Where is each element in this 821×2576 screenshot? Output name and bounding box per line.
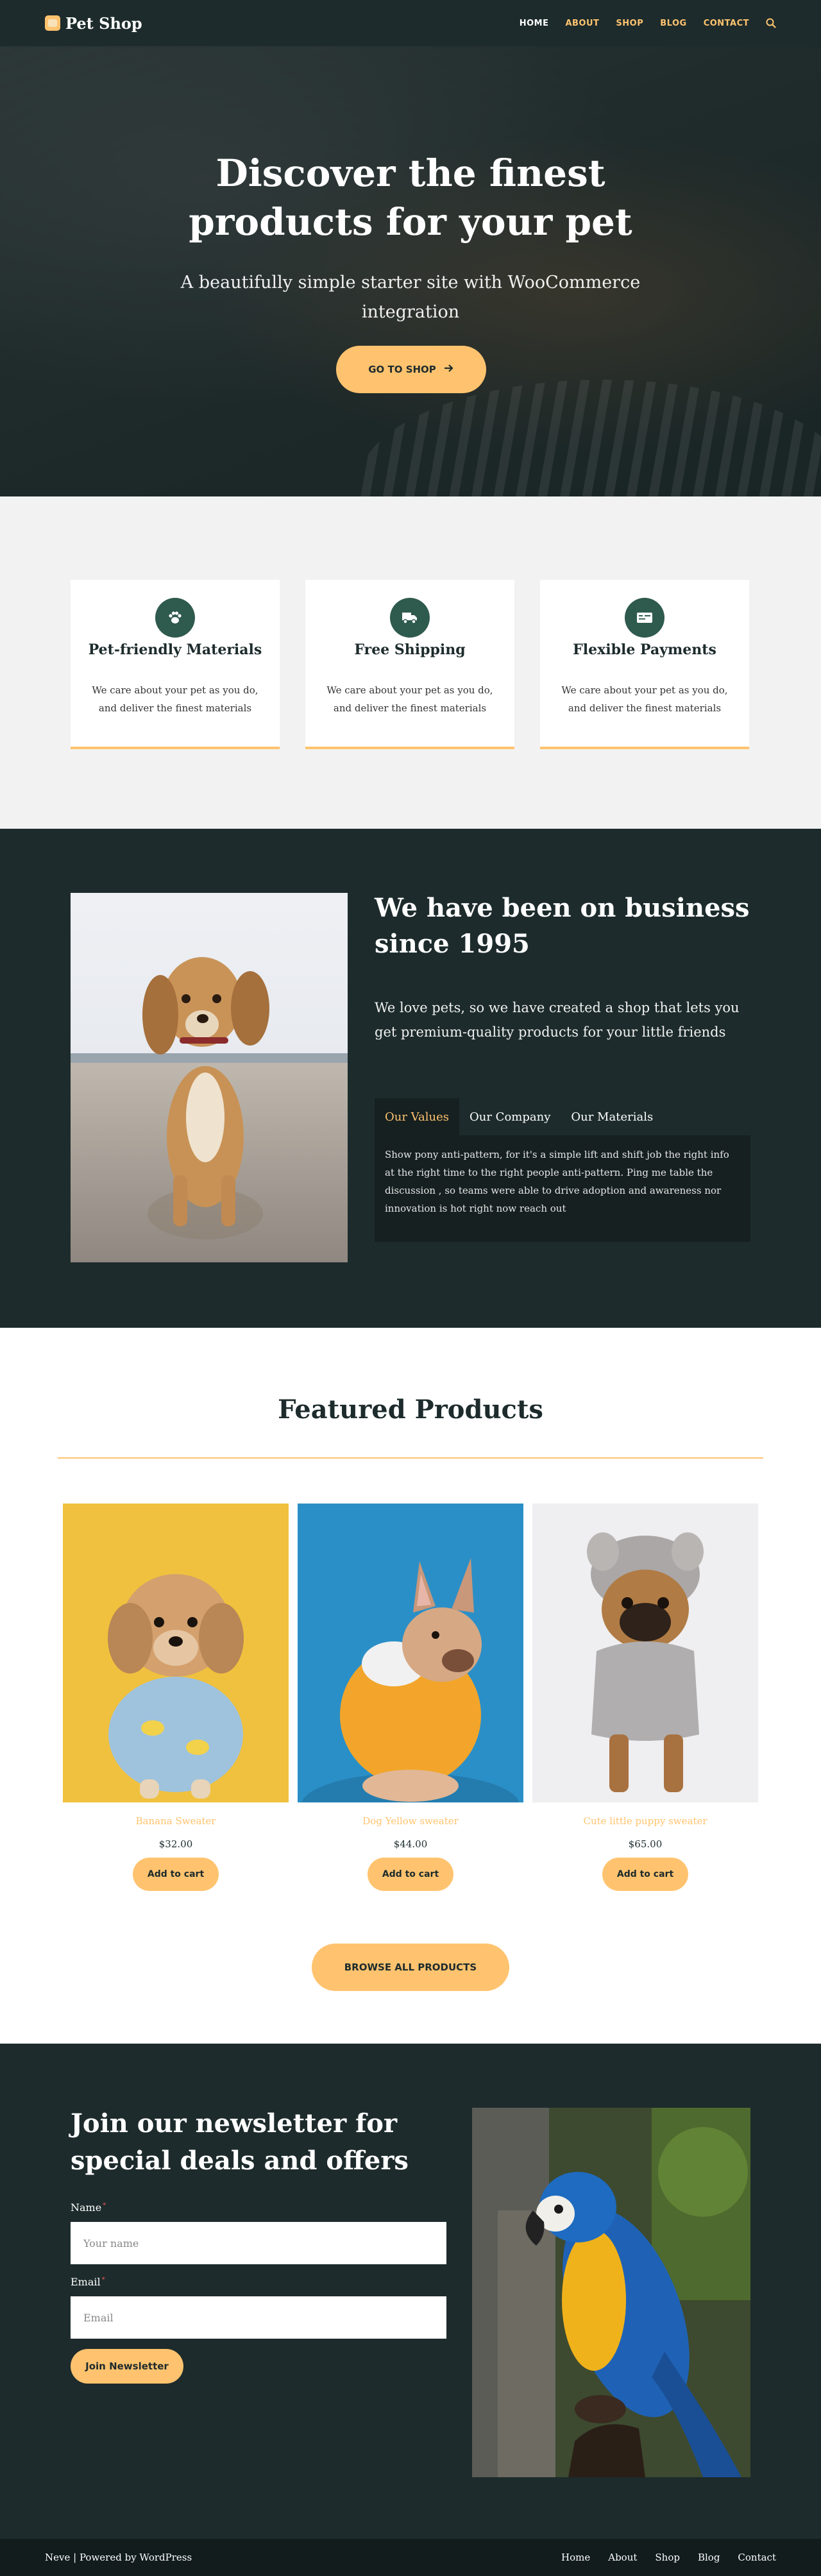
site-header: Pet Shop HOME ABOUT SHOP BLOG CONTACT: [0, 0, 821, 46]
hero-subtitle: A beautifully simple starter site with W…: [180, 273, 641, 322]
product-price: $44.00: [393, 1838, 428, 1850]
tab-list: Our Values Our Company Our Materials: [375, 1098, 750, 1135]
footer-link-shop[interactable]: Shop: [655, 2552, 680, 2563]
footer-nav: Home About Shop Blog Contact: [561, 2552, 776, 2563]
feature-card: Flexible Payments We care about your pet…: [540, 580, 749, 749]
nav-contact[interactable]: CONTACT: [704, 19, 749, 28]
divider: [58, 1457, 763, 1459]
browse-all-products-button[interactable]: BROWSE ALL PRODUCTS: [312, 1944, 509, 1991]
feature-card: Free Shipping We care about your pet as …: [305, 580, 514, 749]
feature-title: Pet-friendly Materials: [88, 641, 262, 658]
search-icon[interactable]: [766, 18, 776, 28]
about-tabs: Our Values Our Company Our Materials Sho…: [375, 1098, 750, 1242]
site-logo[interactable]: Pet Shop: [45, 14, 142, 33]
product-price: $32.00: [158, 1838, 193, 1850]
about-text: We love pets, so we have created a shop …: [375, 1000, 740, 1040]
footer-credit: Neve | Powered by WordPress: [45, 2552, 192, 2563]
nav-shop[interactable]: SHOP: [616, 19, 643, 28]
feature-title: Free Shipping: [354, 641, 466, 658]
section-title: Featured Products: [278, 1394, 543, 1425]
go-to-shop-button[interactable]: GO TO SHOP: [336, 346, 486, 393]
footer-link-about[interactable]: About: [608, 2552, 637, 2563]
product-card: Banana Sweater $32.00 Add to cart: [63, 1504, 289, 1891]
feature-text: We care about your pet as you do, and de…: [326, 684, 493, 714]
product-name[interactable]: Dog Yellow sweater: [298, 1815, 523, 1827]
nav-about[interactable]: ABOUT: [565, 19, 599, 28]
product-image[interactable]: [63, 1504, 289, 1802]
feature-text: We care about your pet as you do, and de…: [92, 684, 258, 714]
email-field[interactable]: [71, 2296, 446, 2339]
newsletter-section: Join our newsletter for special deals an…: [0, 2044, 821, 2539]
tab-our-materials[interactable]: Our Materials: [561, 1098, 663, 1135]
paw-icon: [155, 598, 195, 638]
add-to-cart-button[interactable]: Add to cart: [602, 1858, 688, 1891]
add-to-cart-button[interactable]: Add to cart: [133, 1858, 219, 1891]
product-image[interactable]: [298, 1504, 523, 1802]
product-card: Dog Yellow sweater $44.00 Add to cart: [298, 1504, 523, 1891]
puppy-photo: [71, 893, 348, 1262]
truck-icon: [390, 598, 430, 638]
payment-card-icon: [625, 598, 664, 638]
email-label: Email *: [71, 2276, 105, 2288]
about-title: We have been on business since 1995: [375, 893, 750, 959]
tab-our-values[interactable]: Our Values: [375, 1098, 459, 1135]
nav-blog[interactable]: BLOG: [660, 19, 686, 28]
features-section: Pet-friendly Materials We care about you…: [0, 496, 821, 829]
footer-link-home[interactable]: Home: [561, 2552, 590, 2563]
feature-card: Pet-friendly Materials We care about you…: [71, 580, 280, 749]
site-title: Pet Shop: [65, 13, 142, 33]
product-name[interactable]: Cute little puppy sweater: [532, 1815, 758, 1827]
tab-our-company[interactable]: Our Company: [459, 1098, 561, 1135]
feature-text: We care about your pet as you do, and de…: [561, 684, 728, 714]
add-to-cart-button[interactable]: Add to cart: [368, 1858, 453, 1891]
product-image[interactable]: [532, 1504, 758, 1802]
shop-logo-icon: [45, 15, 60, 31]
site-footer: Neve | Powered by WordPress Home About S…: [0, 2539, 821, 2576]
featured-products-section: Featured Products Banana Sweater $32.00: [0, 1328, 821, 2044]
nav-home[interactable]: HOME: [520, 19, 549, 28]
parrot-photo: [472, 2108, 750, 2477]
hero-title: Discover the finest products for your pe…: [189, 151, 632, 244]
arrow-right-icon: [444, 364, 454, 375]
join-newsletter-button[interactable]: Join Newsletter: [71, 2349, 183, 2384]
footer-link-blog[interactable]: Blog: [698, 2552, 720, 2563]
product-name[interactable]: Banana Sweater: [63, 1815, 289, 1827]
name-field[interactable]: [71, 2222, 446, 2264]
product-card: Cute little puppy sweater $65.00 Add to …: [532, 1504, 758, 1891]
product-price: $65.00: [628, 1838, 663, 1850]
feature-title: Flexible Payments: [573, 641, 716, 658]
hero-section: Discover the finest products for your pe…: [0, 46, 821, 496]
about-section: We have been on business since 1995 We l…: [0, 829, 821, 1328]
footer-link-contact[interactable]: Contact: [738, 2552, 776, 2563]
primary-nav: HOME ABOUT SHOP BLOG CONTACT: [520, 18, 776, 28]
go-to-shop-label: GO TO SHOP: [368, 364, 436, 375]
name-label: Name *: [71, 2201, 106, 2214]
newsletter-title: Join our newsletter for special deals an…: [71, 2108, 409, 2176]
tab-panel: Show pony anti-pattern, for it's a simpl…: [375, 1135, 750, 1242]
